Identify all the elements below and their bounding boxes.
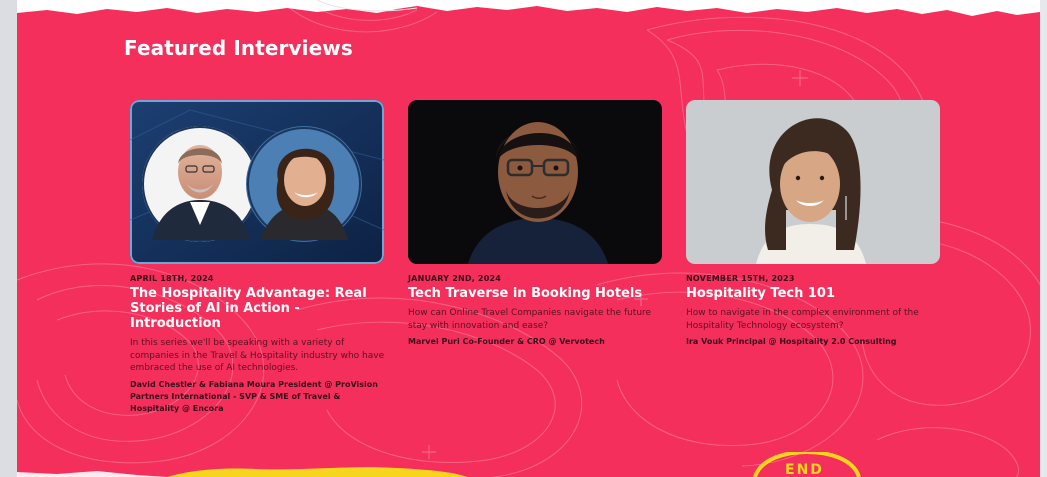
interview-card[interactable]: JANUARY 2ND, 2024 Tech Traverse in Booki… — [408, 100, 664, 348]
end-stamp-text: END — [785, 462, 824, 477]
interview-card[interactable]: NOVEMBER 15TH, 2023 Hospitality Tech 101… — [686, 100, 942, 348]
interview-title[interactable]: Hospitality Tech 101 — [686, 286, 942, 301]
interview-date: APRIL 18TH, 2024 — [130, 274, 214, 283]
interview-description: In this series we'll be speaking with a … — [130, 338, 385, 373]
featured-interviews-section: Featured Interviews APRIL 18TH, 2024 The… — [17, 0, 1040, 477]
interview-guests: Ira Vouk Principal @ Hospitality 2.0 Con… — [686, 337, 897, 346]
interview-description: How to navigate in the complex environme… — [686, 308, 919, 331]
interview-description: How can Online Travel Companies navigate… — [408, 308, 652, 331]
interview-guests: Marvel Puri Co-Founder & CRO @ Vervotech — [408, 337, 605, 346]
interview-thumbnail[interactable] — [686, 100, 940, 264]
interview-thumbnail[interactable] — [130, 100, 384, 264]
torn-paper-bottom — [17, 467, 467, 477]
scrollbar-track[interactable] — [1040, 0, 1047, 477]
section-title: Featured Interviews — [124, 36, 353, 60]
interview-date: JANUARY 2ND, 2024 — [408, 274, 501, 283]
interview-title[interactable]: The Hospitality Advantage: Real Stories … — [130, 286, 386, 331]
interview-thumbnail[interactable] — [408, 100, 662, 264]
torn-paper-top — [17, 0, 1040, 16]
browser-left-gutter — [0, 0, 17, 477]
interview-date: NOVEMBER 15TH, 2023 — [686, 274, 795, 283]
end-stamp-logo: END — [753, 452, 861, 477]
interview-guests: David Chestler & Fabiana Moura President… — [130, 379, 378, 413]
interview-title[interactable]: Tech Traverse in Booking Hotels — [408, 286, 664, 301]
interview-card[interactable]: APRIL 18TH, 2024 The Hospitality Advanta… — [130, 100, 386, 415]
